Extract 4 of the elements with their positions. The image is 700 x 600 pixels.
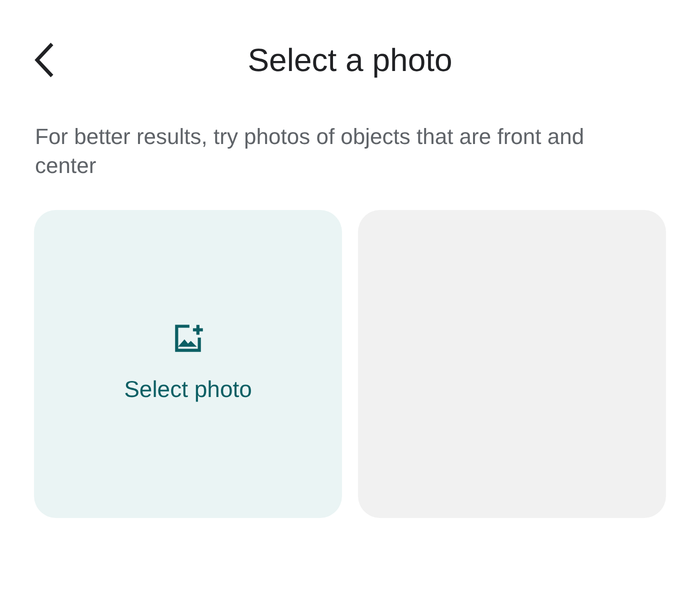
description-text: For better results, try photos of objects that are front and center bbox=[35, 123, 586, 180]
back-icon bbox=[33, 42, 55, 78]
select-photo-tile[interactable]: Select photo bbox=[34, 210, 342, 518]
page-title: Select a photo bbox=[248, 41, 452, 80]
